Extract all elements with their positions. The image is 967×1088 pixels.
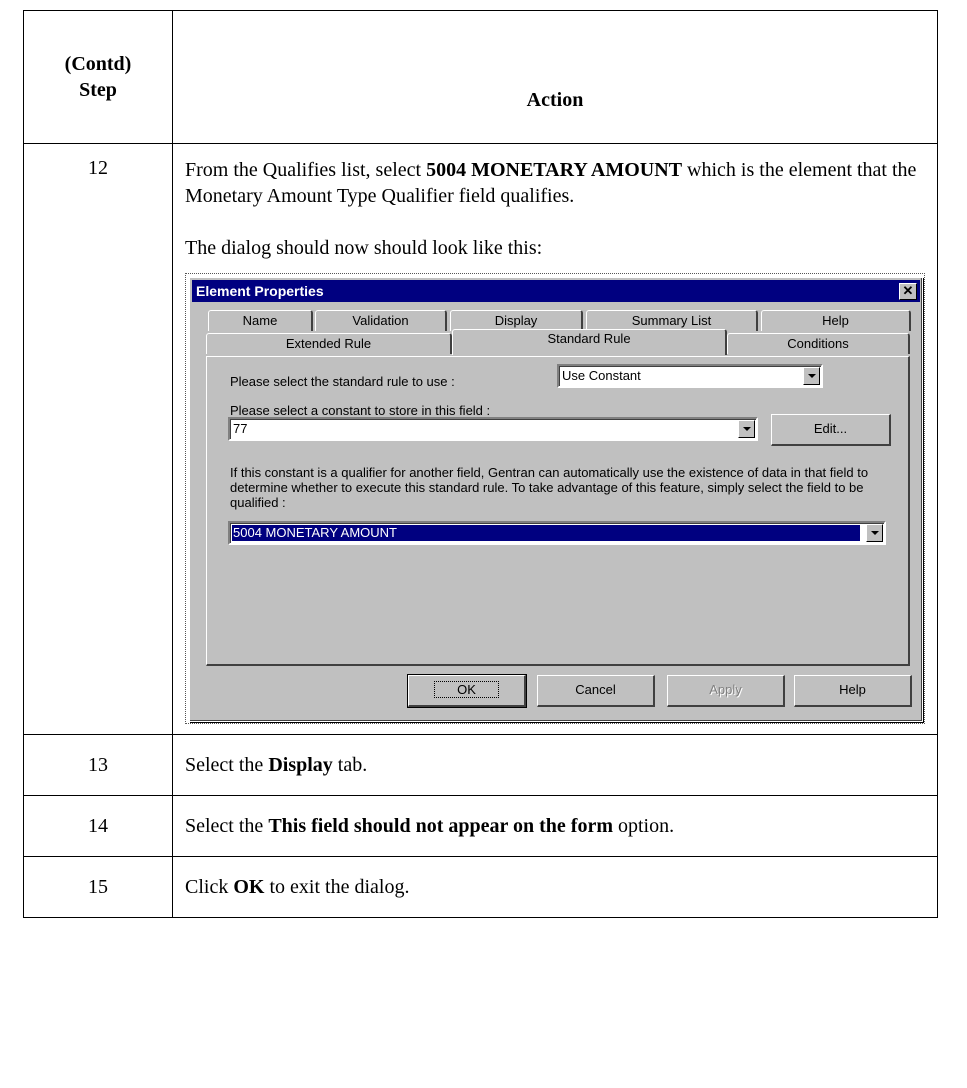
instruction-emphasis: 5004 MONETARY AMOUNT <box>426 159 683 181</box>
instruction-text: to exit the dialog. <box>264 876 410 898</box>
step-row-15: 15 Click OK to exit the dialog. <box>23 856 938 918</box>
tab-conditions[interactable]: Conditions <box>727 333 910 354</box>
step-number: 13 <box>23 734 173 796</box>
element-properties-dialog: Element Properties ✕ Name Validation Dis… <box>189 277 923 722</box>
action-column-header: Action <box>172 10 938 144</box>
rule-label: Please select the standard rule to use : <box>230 374 455 389</box>
tab-help[interactable]: Help <box>761 310 911 331</box>
instruction-text: Select the <box>185 754 269 776</box>
instruction-emphasis: This field should not appear on the form <box>268 815 613 837</box>
instruction-text: Click <box>185 876 234 898</box>
step-instruction: From the Qualifies list, select 5004 MON… <box>185 157 925 209</box>
instruction-text: option. <box>613 815 675 837</box>
cancel-button[interactable]: Cancel <box>537 675 655 707</box>
chevron-down-icon[interactable] <box>803 367 820 385</box>
step-header-line1: (Contd) <box>64 53 132 75</box>
step-number: 14 <box>23 795 173 857</box>
step-column-header: (Contd) Step <box>23 10 173 144</box>
dialog-title: Element Properties <box>196 283 324 299</box>
step-number: 15 <box>23 856 173 918</box>
tab-validation[interactable]: Validation <box>315 310 447 331</box>
standard-rule-select[interactable]: Use Constant <box>557 364 823 388</box>
tab-display[interactable]: Display <box>450 310 583 331</box>
tab-extended-rule[interactable]: Extended Rule <box>206 333 452 354</box>
dialog-screenshot: Element Properties ✕ Name Validation Dis… <box>185 273 925 724</box>
instruction-emphasis: OK <box>233 876 265 898</box>
qualifies-select[interactable]: 5004 MONETARY AMOUNT <box>228 521 886 545</box>
ok-button[interactable]: OK <box>407 674 527 708</box>
instruction-emphasis: Display <box>268 754 333 776</box>
help-button[interactable]: Help <box>794 675 912 707</box>
step-number: 12 <box>23 143 173 735</box>
step-action: Click OK to exit the dialog. <box>172 856 938 918</box>
instruction-text: Select the <box>185 815 269 837</box>
step-row-12: 12 From the Qualifies list, select 5004 … <box>23 143 938 735</box>
dialog-titlebar: Element Properties ✕ <box>192 280 920 302</box>
instruction-text: tab. <box>332 754 368 776</box>
apply-button[interactable]: Apply <box>667 675 785 707</box>
qualifies-value: 5004 MONETARY AMOUNT <box>231 524 861 542</box>
constant-select[interactable]: 77 <box>228 417 758 441</box>
instruction-text: From the Qualifies list, select <box>185 159 427 181</box>
ok-button-label: OK <box>434 681 499 698</box>
step-row-14: 14 Select the This field should not appe… <box>23 795 938 857</box>
header-row: (Contd) Step Action <box>23 10 938 144</box>
qualifier-description: If this constant is a qualifier for anot… <box>230 465 869 510</box>
constant-value: 77 <box>233 421 248 436</box>
edit-button[interactable]: Edit... <box>771 414 891 446</box>
chevron-down-icon[interactable] <box>866 524 883 542</box>
tab-summary-list[interactable]: Summary List <box>586 310 758 331</box>
close-icon[interactable]: ✕ <box>899 283 917 300</box>
tab-standard-rule[interactable]: Standard Rule <box>452 329 727 355</box>
standard-rule-value: Use Constant <box>562 368 641 383</box>
standard-rule-panel: Please select the standard rule to use :… <box>206 356 910 666</box>
step-followup: The dialog should now should look like t… <box>185 237 543 259</box>
chevron-down-icon[interactable] <box>738 420 755 438</box>
step-row-13: 13 Select the Display tab. <box>23 734 938 796</box>
step-action: Select the Display tab. <box>172 734 938 796</box>
step-action: Select the This field should not appear … <box>172 795 938 857</box>
step-action: From the Qualifies list, select 5004 MON… <box>172 143 938 735</box>
tab-name[interactable]: Name <box>208 310 313 331</box>
step-header-line2: Step <box>79 79 117 101</box>
steps-table: (Contd) Step Action 12 From the Qualifie… <box>23 10 938 918</box>
